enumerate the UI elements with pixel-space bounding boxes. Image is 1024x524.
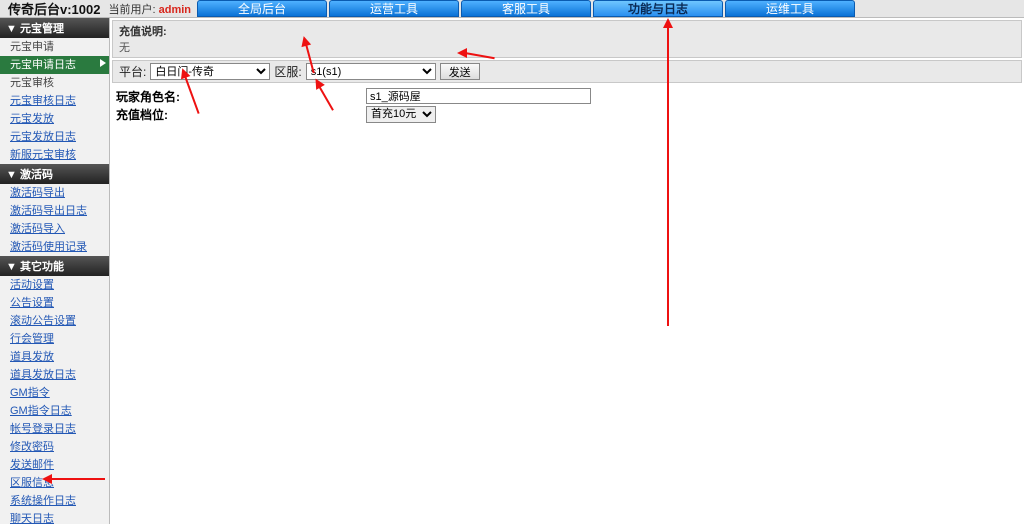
- sidebar-item[interactable]: 公告设置: [0, 294, 109, 312]
- sidebar-item[interactable]: GM指令: [0, 384, 109, 402]
- sidebar-item[interactable]: 元宝申请: [0, 38, 109, 56]
- platform-select[interactable]: 白日门-传奇: [150, 63, 270, 80]
- tab-0[interactable]: 全局后台: [197, 0, 327, 17]
- sidebar-item[interactable]: 聊天日志: [0, 510, 109, 524]
- sidebar-item[interactable]: 修改密码: [0, 438, 109, 456]
- sidebar-item[interactable]: 道具发放日志: [0, 366, 109, 384]
- current-user-name: admin: [159, 4, 191, 16]
- platform-label: 平台:: [119, 63, 146, 80]
- top-tabs: 全局后台运营工具客服工具功能与日志运维工具: [197, 0, 855, 18]
- sidebar-section-header[interactable]: ▼ 元宝管理: [0, 18, 109, 38]
- sidebar-item[interactable]: 激活码使用记录: [0, 238, 109, 256]
- main-panel: 充值说明: 无 平台: 白日门-传奇 区服: s1(s1) 发送 玩家角色名: …: [110, 18, 1024, 524]
- role-label: 玩家角色名:: [116, 88, 366, 105]
- tab-1[interactable]: 运营工具: [329, 0, 459, 17]
- sidebar-item[interactable]: GM指令日志: [0, 402, 109, 420]
- send-button[interactable]: 发送: [440, 63, 480, 80]
- current-user-label: 当前用户:: [108, 4, 155, 16]
- sidebar-section-header[interactable]: ▼ 激活码: [0, 164, 109, 184]
- recharge-desc-value: 无: [119, 42, 130, 54]
- sidebar-item[interactable]: 元宝审核: [0, 74, 109, 92]
- sidebar-item[interactable]: 激活码导入: [0, 220, 109, 238]
- sidebar-item[interactable]: 行会管理: [0, 330, 109, 348]
- sidebar-item[interactable]: 元宝申请日志: [0, 56, 109, 74]
- area-select[interactable]: s1(s1): [306, 63, 436, 80]
- sidebar-item[interactable]: 滚动公告设置: [0, 312, 109, 330]
- recharge-desc-label: 充值说明:: [119, 26, 167, 38]
- sidebar-item[interactable]: 道具发放: [0, 348, 109, 366]
- tier-label: 充值档位:: [116, 106, 366, 123]
- sidebar-item[interactable]: 元宝发放日志: [0, 128, 109, 146]
- tier-select[interactable]: 首充10元: [366, 106, 436, 123]
- tab-3[interactable]: 功能与日志: [593, 0, 723, 17]
- sidebar-item[interactable]: 元宝发放: [0, 110, 109, 128]
- sidebar-item[interactable]: 激活码导出日志: [0, 202, 109, 220]
- sidebar: ▼ 元宝管理元宝申请元宝申请日志元宝审核元宝审核日志元宝发放元宝发放日志新服元宝…: [0, 18, 110, 524]
- role-input[interactable]: [366, 88, 591, 104]
- tab-4[interactable]: 运维工具: [725, 0, 855, 17]
- current-user: 当前用户: admin: [108, 1, 191, 17]
- sidebar-item[interactable]: 元宝审核日志: [0, 92, 109, 110]
- filter-row: 平台: 白日门-传奇 区服: s1(s1) 发送: [112, 60, 1022, 83]
- sidebar-item[interactable]: 激活码导出: [0, 184, 109, 202]
- sidebar-item[interactable]: 系统操作日志: [0, 492, 109, 510]
- topbar: 传奇后台v:1002 当前用户: admin 全局后台运营工具客服工具功能与日志…: [0, 0, 1024, 18]
- sidebar-section-header[interactable]: ▼ 其它功能: [0, 256, 109, 276]
- tab-2[interactable]: 客服工具: [461, 0, 591, 17]
- sidebar-item[interactable]: 活动设置: [0, 276, 109, 294]
- app-title: 传奇后台v:1002: [0, 0, 108, 18]
- sidebar-item[interactable]: 新服元宝审核: [0, 146, 109, 164]
- recharge-desc: 充值说明: 无: [112, 20, 1022, 58]
- form-area: 玩家角色名: 充值档位: 首充10元: [116, 87, 1018, 123]
- sidebar-item[interactable]: 区服信息: [0, 474, 109, 492]
- area-label: 区服:: [274, 63, 301, 80]
- sidebar-item[interactable]: 帐号登录日志: [0, 420, 109, 438]
- sidebar-item[interactable]: 发送邮件: [0, 456, 109, 474]
